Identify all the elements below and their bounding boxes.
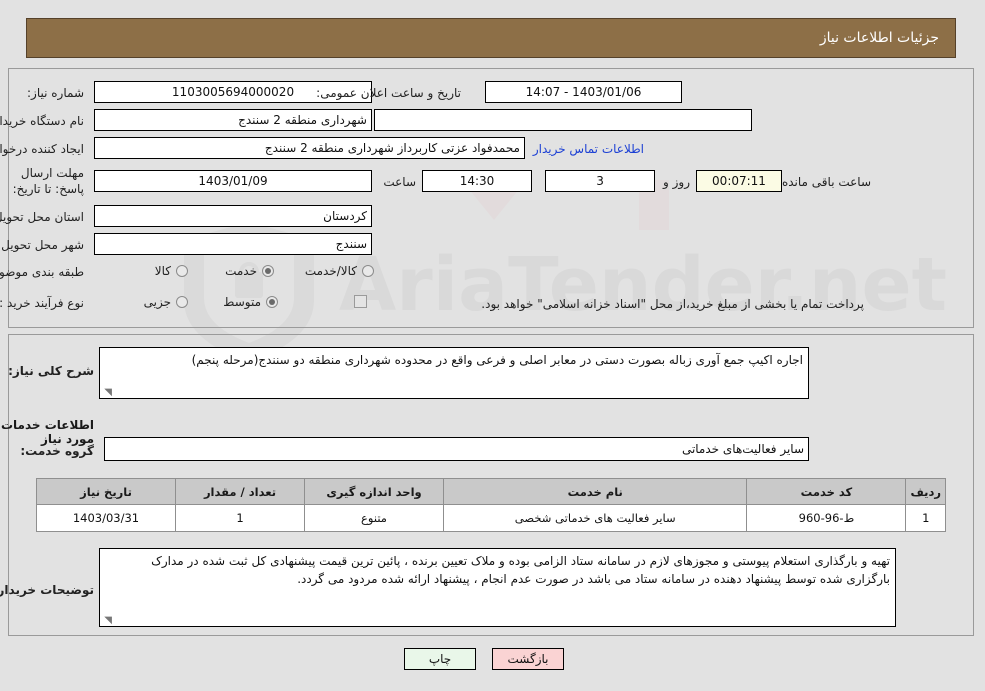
deadline-date-value: 1403/01/09	[95, 170, 373, 192]
buyer-org-label: نام دستگاه خریدار:	[0, 114, 85, 128]
city-value: سنندج	[95, 233, 373, 255]
city-label: شهر محل تحویل:	[0, 238, 85, 252]
back-button[interactable]: بازگشت	[493, 648, 565, 670]
category-label: طبقه بندی موضوعی:	[0, 265, 85, 279]
cell-name: سایر فعالیت های خدماتی شخصی	[443, 504, 749, 532]
category-radio-kala-khedmat[interactable]: کالا/خدمت	[306, 264, 375, 278]
service-group-label: گروه خدمت:	[21, 444, 95, 458]
cell-unit: متنوع	[305, 504, 445, 532]
radio-indicator[interactable]	[177, 296, 189, 308]
cell-quantity: 1	[176, 504, 306, 532]
countdown-value: 00:07:11	[697, 170, 783, 192]
public-announcement-label: تاریخ و ساعت اعلان عمومی:	[317, 86, 462, 100]
deadline-time-value: 14:30	[423, 170, 533, 192]
deadline-days-value: 3	[546, 170, 656, 192]
category-option-label: کالا	[155, 264, 172, 278]
category-radio-khedmat[interactable]: خدمت	[226, 264, 275, 278]
request-creator-value: محمدفواد عزتی کاربرداز شهرداری منطقه 2 س…	[95, 137, 526, 159]
table-row: 1 ط-96-960 سایر فعالیت های خدماتی شخصی م…	[37, 504, 947, 532]
radio-indicator[interactable]	[263, 265, 275, 277]
countdown-label: ساعت باقی مانده	[782, 175, 872, 189]
cell-code: ط-96-960	[747, 504, 908, 532]
service-group-value: سایر فعالیت‌های خدماتی	[105, 437, 810, 461]
buyer-org-extra	[375, 109, 753, 131]
radio-indicator[interactable]	[267, 296, 279, 308]
purchase-process-label: نوع فرآیند خرید :	[0, 296, 85, 310]
province-label: استان محل تحویل:	[0, 210, 85, 224]
cell-radif: 1	[906, 504, 947, 532]
general-description-value: اجاره اکیپ جمع آوری زباله بصورت دستی در …	[192, 353, 804, 367]
category-option-label: کالا/خدمت	[305, 264, 358, 278]
col-quantity: تعداد / مقدار	[176, 478, 306, 505]
purchase-option-label: متوسط	[224, 295, 262, 309]
need-number-label: شماره نیاز:	[28, 86, 85, 100]
page-title: جزئیات اطلاعات نیاز	[820, 30, 940, 46]
treasury-bond-label: پرداخت تمام یا بخشی از مبلغ خرید،از محل …	[482, 297, 865, 311]
table-header-row: ردیف کد خدمت نام خدمت واحد اندازه گیری ت…	[37, 478, 947, 505]
col-name: نام خدمت	[443, 478, 749, 505]
resize-grip-icon[interactable]: ◥	[103, 616, 113, 626]
print-button[interactable]: چاپ	[405, 648, 477, 670]
general-description-label: شرح کلی نیاز:	[9, 364, 95, 378]
buyer-notes-textarea[interactable]: تهیه و بارگذاری استعلام پیوستی و مجوزهای…	[100, 548, 897, 627]
deadline-label: مهلت ارسال پاسخ: تا تاریخ:	[13, 166, 85, 197]
purchase-radio-jozii[interactable]: جزیی	[145, 295, 189, 309]
public-announcement-value: 14:07 - 1403/01/06	[486, 81, 683, 103]
deadline-time-label: ساعت	[384, 175, 417, 189]
category-radio-kala[interactable]: کالا	[156, 264, 189, 278]
services-heading: اطلاعات خدمات مورد نیاز	[1, 418, 95, 446]
col-unit: واحد اندازه گیری	[305, 478, 445, 505]
buyer-org-value: شهرداری منطقه 2 سنندج	[95, 109, 373, 131]
col-radif: ردیف	[906, 478, 947, 505]
radio-indicator[interactable]	[363, 265, 375, 277]
radio-indicator[interactable]	[177, 265, 189, 277]
buyer-notes-label: توضیحات خریدار:	[0, 583, 95, 597]
purchase-option-label: جزیی	[144, 295, 172, 309]
buyer-notes-value: تهیه و بارگذاری استعلام پیوستی و مجوزهای…	[152, 554, 891, 586]
col-code: کد خدمت	[747, 478, 908, 505]
col-date: تاریخ نیاز	[37, 478, 177, 505]
resize-grip-icon[interactable]: ◥	[103, 388, 113, 398]
services-table: ردیف کد خدمت نام خدمت واحد اندازه گیری ت…	[37, 478, 947, 532]
treasury-bond-checkbox[interactable]	[355, 295, 368, 308]
buyer-contact-link[interactable]: اطلاعات تماس خریدار	[534, 142, 645, 156]
deadline-days-label: روز و	[664, 175, 691, 189]
need-info-panel	[9, 68, 975, 328]
request-creator-label: ایجاد کننده درخواست:	[0, 142, 85, 156]
cell-date: 1403/03/31	[37, 504, 177, 532]
category-option-label: خدمت	[226, 264, 258, 278]
page-header: جزئیات اطلاعات نیاز	[27, 18, 957, 58]
general-description-textarea[interactable]: اجاره اکیپ جمع آوری زباله بصورت دستی در …	[100, 347, 810, 399]
province-value: کردستان	[95, 205, 373, 227]
purchase-radio-motevaset[interactable]: متوسط	[224, 295, 279, 309]
